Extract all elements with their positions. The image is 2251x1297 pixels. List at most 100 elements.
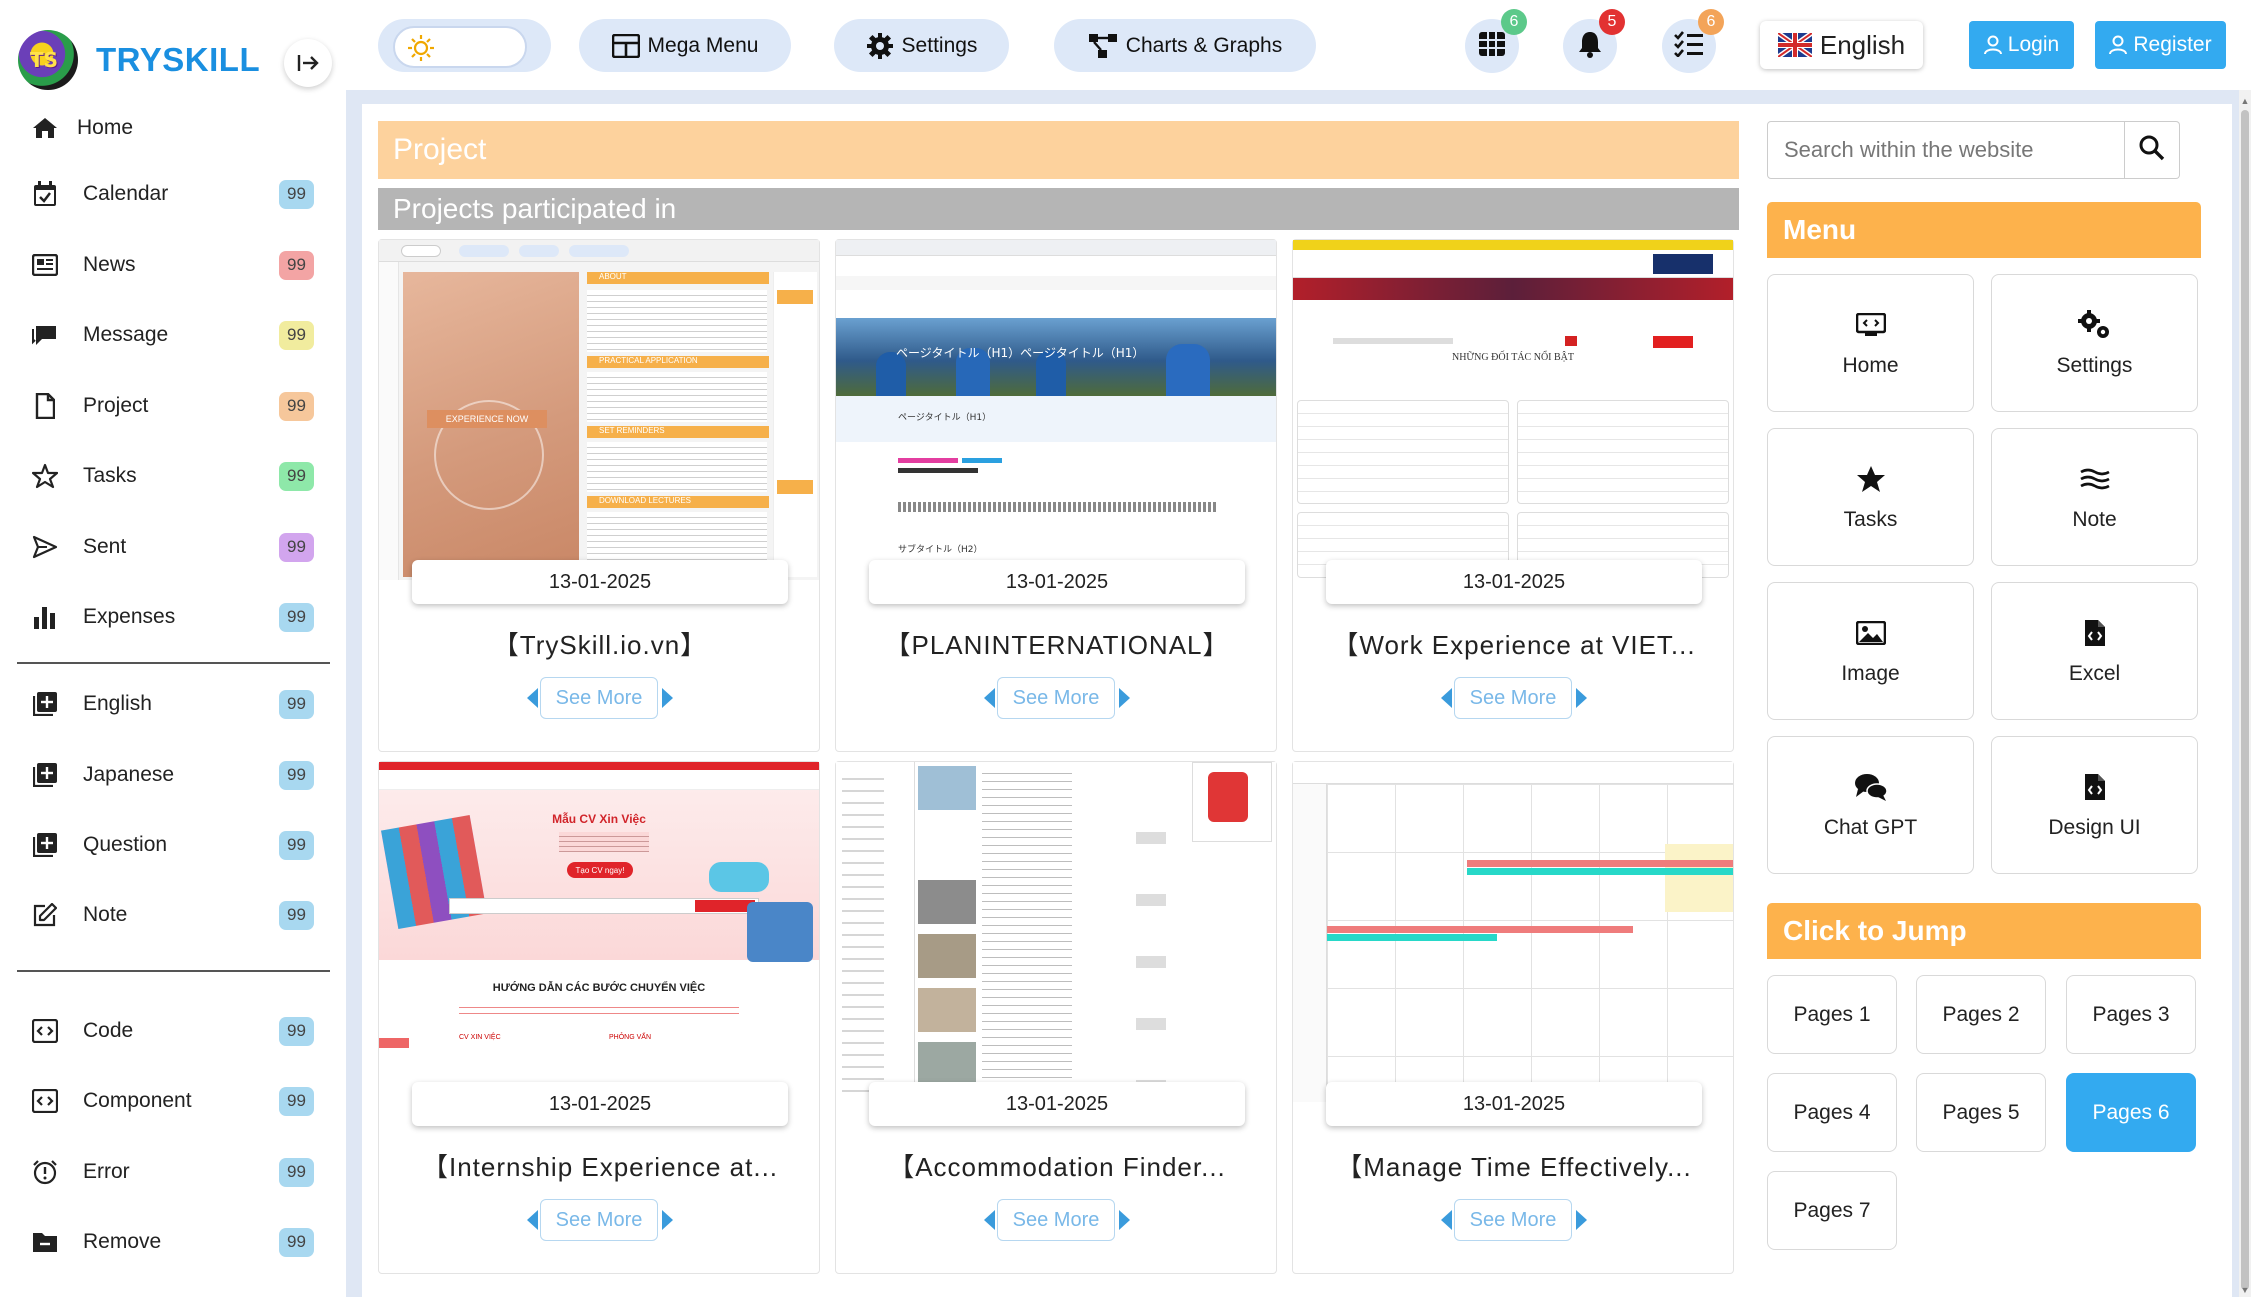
login-button[interactable]: Login — [1969, 21, 2074, 69]
divider — [17, 662, 330, 664]
theme-toggle-track[interactable] — [393, 26, 527, 68]
task-list-button[interactable]: 6 — [1662, 9, 1724, 73]
sidebar-item-calendar[interactable]: Calendar 99 — [0, 164, 346, 224]
page-button-1[interactable]: Pages 1 — [1767, 975, 1897, 1054]
menu-tile-design-ui[interactable]: Design UI — [1991, 736, 2198, 874]
sidebar-item-label: Note — [83, 903, 128, 926]
project-thumbnail[interactable]: EXPERIENCE NOW ABOUT PRACTICAL APPLICATI… — [379, 240, 819, 580]
menu-tile-chat-gpt[interactable]: Chat GPT — [1767, 736, 1974, 874]
sidebar-item-english[interactable]: English 99 — [0, 674, 346, 734]
mega-menu-button[interactable]: Mega Menu — [579, 19, 791, 72]
prev-arrow-icon[interactable] — [527, 1210, 538, 1230]
next-arrow-icon[interactable] — [1119, 688, 1130, 708]
project-thumbnail[interactable] — [1293, 762, 1733, 1102]
thumb-heading: ABOUT — [587, 272, 769, 284]
menu-tile-settings[interactable]: Settings — [1991, 274, 2198, 412]
sidebar-item-message[interactable]: Message 99 — [0, 305, 346, 365]
sidebar-item-expenses[interactable]: Expenses 99 — [0, 587, 346, 647]
menu-tile-tasks[interactable]: Tasks — [1767, 428, 1974, 566]
settings-button[interactable]: Settings — [834, 19, 1009, 72]
see-more-button[interactable]: See More — [997, 1199, 1115, 1241]
project-thumbnail[interactable]: Mẫu CV Xin Việc Tạo CV ngay! HƯỚNG DẪN C… — [379, 762, 819, 1102]
sidebar-item-note[interactable]: Note 99 — [0, 885, 346, 945]
alarm-icon — [30, 1157, 60, 1187]
next-arrow-icon[interactable] — [662, 1210, 673, 1230]
project-thumbnail[interactable]: NHỮNG ĐỐI TÁC NỔI BẬT — [1293, 240, 1733, 580]
plus-box-icon — [30, 760, 60, 790]
prev-arrow-icon[interactable] — [527, 688, 538, 708]
notifications-button[interactable]: 5 — [1563, 9, 1625, 73]
sidebar-item-japanese[interactable]: Japanese 99 — [0, 745, 346, 805]
edit-icon — [30, 900, 60, 930]
page-button-7[interactable]: Pages 7 — [1767, 1171, 1897, 1250]
project-title[interactable]: 【TrySkill.io.vn】 — [389, 625, 811, 662]
sidebar-item-label: Question — [83, 833, 168, 856]
page-button-3[interactable]: Pages 3 — [2066, 975, 2196, 1054]
see-more-button[interactable]: See More — [1454, 677, 1572, 719]
see-more-button[interactable]: See More — [540, 1199, 658, 1241]
sidebar-item-sent[interactable]: Sent 99 — [0, 517, 346, 577]
apps-grid-button[interactable]: 6 — [1465, 9, 1527, 73]
user-icon — [2109, 35, 2128, 55]
charts-graphs-button[interactable]: Charts & Graphs — [1054, 19, 1316, 72]
sidebar-item-code[interactable]: Code 99 — [0, 1001, 346, 1061]
jump-heading: Click to Jump — [1767, 903, 2201, 959]
sun-icon — [407, 34, 435, 67]
file-code-icon — [2084, 616, 2106, 650]
collapse-sidebar-button[interactable] — [284, 39, 332, 87]
see-more-button[interactable]: See More — [997, 677, 1115, 719]
see-more-button[interactable]: See More — [540, 677, 658, 719]
sidebar-item-label: Japanese — [83, 763, 175, 786]
prev-arrow-icon[interactable] — [984, 688, 995, 708]
menu-tile-image[interactable]: Image — [1767, 582, 1974, 720]
menu-tile-note[interactable]: Note — [1991, 428, 2198, 566]
see-more-button[interactable]: See More — [1454, 1199, 1572, 1241]
project-title[interactable]: 【Manage Time Effectively... — [1303, 1147, 1725, 1184]
brand[interactable]: TRYSKILL — [18, 30, 260, 90]
sidebar-item-tasks[interactable]: Tasks 99 — [0, 446, 346, 506]
sidebar-item-remove[interactable]: Remove 99 — [0, 1212, 346, 1272]
thumb-heading: DOWNLOAD LECTURES — [587, 496, 769, 508]
project-title[interactable]: 【Internship Experience at... — [389, 1147, 811, 1184]
search-input[interactable]: Search within the website — [1767, 121, 2125, 179]
scroll-down-arrow[interactable]: ▼ — [2240, 1285, 2250, 1295]
project-date: 13-01-2025 — [1326, 1082, 1702, 1126]
project-title[interactable]: 【Accommodation Finder... — [846, 1147, 1268, 1184]
project-date: 13-01-2025 — [412, 560, 788, 604]
search-icon — [2139, 135, 2165, 166]
project-thumbnail[interactable] — [836, 762, 1276, 1102]
search-button[interactable] — [2125, 121, 2180, 179]
next-arrow-icon[interactable] — [1119, 1210, 1130, 1230]
project-card: 13-01-2025 【Manage Time Effectively... S… — [1292, 761, 1734, 1274]
sidebar-item-home[interactable]: Home — [0, 98, 346, 158]
page-button-2[interactable]: Pages 2 — [1916, 975, 2046, 1054]
page-button-5[interactable]: Pages 5 — [1916, 1073, 2046, 1152]
sidebar-item-news[interactable]: News 99 — [0, 235, 346, 295]
prev-arrow-icon[interactable] — [1441, 1210, 1452, 1230]
file-icon — [30, 391, 60, 421]
page-button-4[interactable]: Pages 4 — [1767, 1073, 1897, 1152]
sidebar-item-component[interactable]: Component 99 — [0, 1071, 346, 1131]
image-icon — [1855, 616, 1886, 650]
chat-icon — [1854, 770, 1888, 804]
sidebar-item-error[interactable]: Error 99 — [0, 1142, 346, 1202]
next-arrow-icon[interactable] — [1576, 688, 1587, 708]
project-thumbnail[interactable]: ページタイトル（H1）ページタイトル（H1） ページタイトル（H1） サブタイト… — [836, 240, 1276, 580]
sidebar-item-question[interactable]: Question 99 — [0, 815, 346, 875]
project-title[interactable]: 【Work Experience at VIET... — [1303, 625, 1725, 662]
next-arrow-icon[interactable] — [662, 688, 673, 708]
language-selector[interactable]: English — [1760, 21, 1923, 69]
page-button-6[interactable]: Pages 6 — [2066, 1073, 2196, 1152]
project-title[interactable]: 【PLANINTERNATIONAL】 — [846, 625, 1268, 662]
menu-tile-excel[interactable]: Excel — [1991, 582, 2198, 720]
prev-arrow-icon[interactable] — [984, 1210, 995, 1230]
register-label: Register — [2133, 33, 2212, 56]
menu-tile-home[interactable]: Home — [1767, 274, 1974, 412]
register-button[interactable]: Register — [2095, 21, 2226, 69]
scroll-up-arrow[interactable]: ▲ — [2240, 96, 2250, 106]
sidebar-item-project[interactable]: Project 99 — [0, 376, 346, 436]
prev-arrow-icon[interactable] — [1441, 688, 1452, 708]
scrollbar-thumb[interactable] — [2241, 110, 2249, 1290]
sidebar-item-label: Project — [83, 394, 149, 417]
next-arrow-icon[interactable] — [1576, 1210, 1587, 1230]
